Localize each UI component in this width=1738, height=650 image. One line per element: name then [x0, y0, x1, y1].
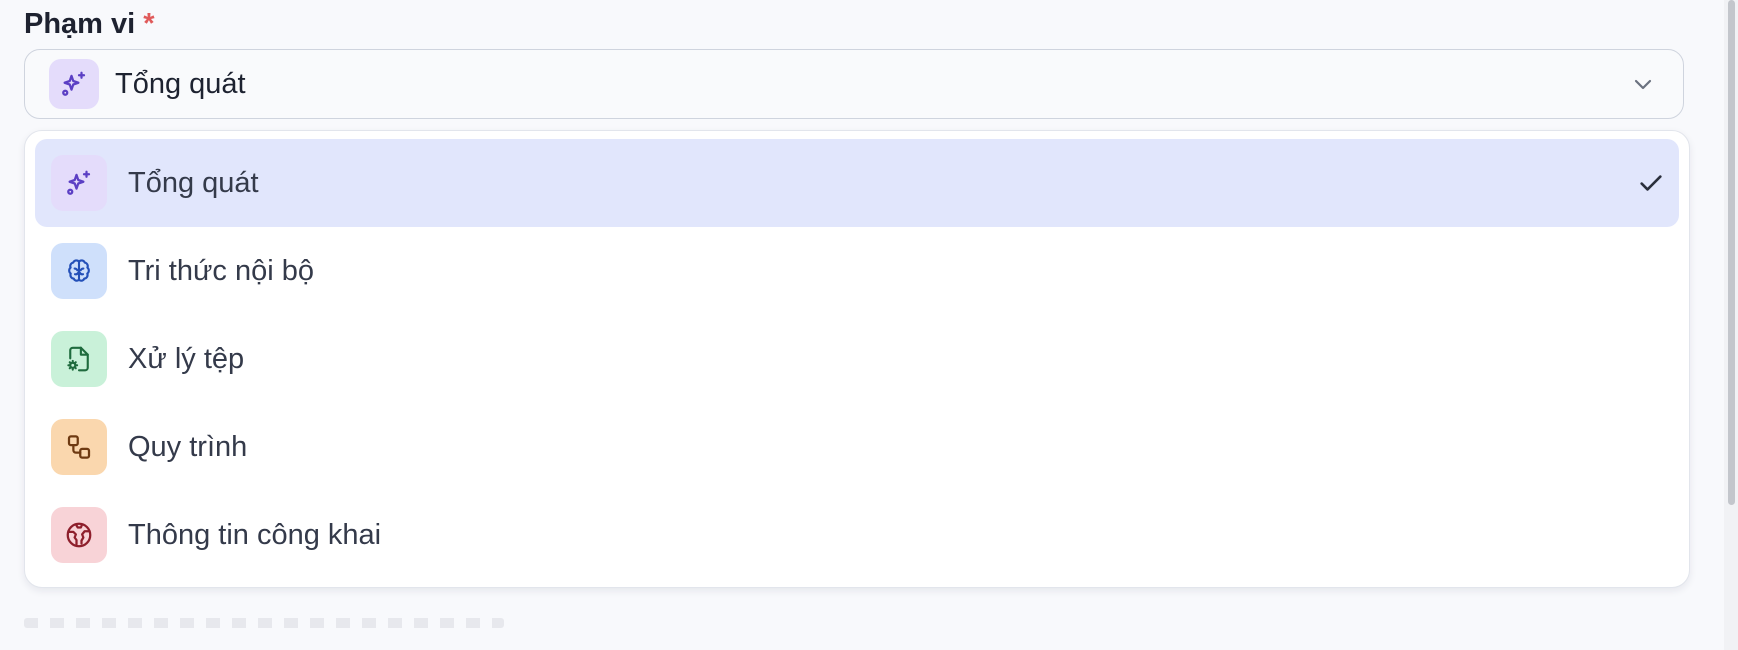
file-cog-icon [51, 331, 107, 387]
option-thong-tin-cong-khai[interactable]: Thông tin công khai [35, 491, 1679, 579]
field-label-text: Phạm vi [24, 8, 136, 40]
chevron-down-icon [1634, 79, 1652, 90]
selected-value: Tổng quát [115, 67, 246, 100]
option-label: Quy trình [128, 430, 248, 463]
option-label: Xử lý tệp [128, 342, 245, 375]
globe-icon [51, 507, 107, 563]
option-label: Tri thức nội bộ [128, 254, 314, 287]
option-tri-thuc-noi-bo[interactable]: Tri thức nội bộ [35, 227, 1679, 315]
option-quy-trinh[interactable]: Quy trình [35, 403, 1679, 491]
scope-select[interactable]: Tổng quát [24, 49, 1684, 119]
option-xu-ly-tep[interactable]: Xử lý tệp [35, 315, 1679, 403]
field-label: Phạm vi * [24, 6, 155, 42]
dropdown-menu: Tổng quát Tri thức nội bộ Xử lý tệp Quy … [24, 130, 1690, 588]
scrollbar[interactable] [1724, 0, 1738, 650]
obscured-content [24, 618, 504, 628]
required-marker: * [143, 8, 155, 40]
scrollbar-thumb[interactable] [1728, 0, 1735, 505]
option-label: Thông tin công khai [128, 518, 382, 551]
page: Phạm vi * Tổng quát Tổng quát Tri thức n… [0, 0, 1738, 650]
workflow-icon [51, 419, 107, 475]
sparkles-icon [49, 59, 99, 109]
option-label: Tổng quát [128, 166, 259, 199]
brain-icon [51, 243, 107, 299]
check-icon [1640, 175, 1662, 191]
option-tong-quat[interactable]: Tổng quát [35, 139, 1679, 227]
sparkles-icon [51, 155, 107, 211]
